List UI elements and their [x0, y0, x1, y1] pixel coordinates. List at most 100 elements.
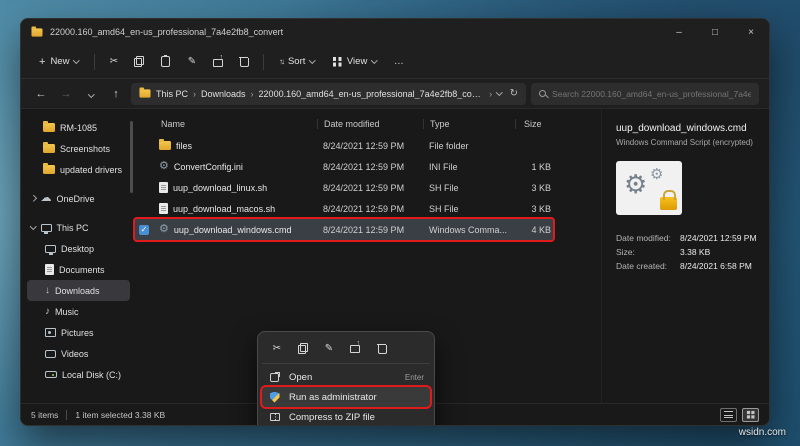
copy-button[interactable]: [128, 51, 152, 73]
sidebar-item-this-pc[interactable]: This PC: [27, 217, 130, 238]
context-menu-item-open[interactable]: Open Enter: [262, 367, 430, 387]
file-rows: files 8/24/2021 12:59 PM File folder ⚙ Co…: [133, 135, 601, 242]
column-header-type[interactable]: Type: [423, 119, 515, 129]
forward-button[interactable]: →: [56, 88, 76, 100]
file-row-macos-sh[interactable]: uup_download_macos.sh 8/24/2021 12:59 PM…: [135, 198, 553, 219]
sidebar-scrollbar[interactable]: [130, 121, 133, 193]
grid-view-icon: [746, 410, 754, 418]
share-button[interactable]: [206, 51, 230, 73]
maximize-button[interactable]: □: [697, 19, 733, 45]
context-menu-item-compress-to-zip[interactable]: Compress to ZIP file: [262, 407, 430, 425]
plus-icon: +: [39, 55, 46, 68]
property-label: Date created:: [616, 261, 668, 271]
chevron-down-icon[interactable]: [496, 89, 503, 96]
document-icon: [45, 264, 54, 275]
copy-icon: [297, 342, 309, 354]
sidebar-item-updated-drivers[interactable]: updated drivers: [27, 159, 130, 180]
column-header-size[interactable]: Size: [515, 119, 557, 129]
property-label: Date modified:: [616, 233, 671, 243]
music-note-icon: ♪: [45, 305, 50, 317]
video-icon: [45, 349, 56, 358]
cut-button[interactable]: ✂: [102, 51, 126, 73]
column-header-name[interactable]: Name: [135, 119, 317, 129]
property-value: 3.38 KB: [680, 247, 711, 257]
sidebar-item-downloads[interactable]: ↓ Downloads: [27, 280, 130, 301]
sidebar-item-documents[interactable]: Documents: [27, 259, 130, 280]
breadcrumb-current-folder[interactable]: 22000.160_amd64_en-us_professional_7a4e2…: [259, 89, 485, 99]
property-value: 8/24/2021 12:59 PM: [680, 233, 757, 243]
sidebar-item-videos[interactable]: Videos: [27, 343, 130, 364]
paste-button[interactable]: [154, 51, 178, 73]
property-value: 8/24/2021 6:58 PM: [680, 261, 752, 271]
sidebar-item-local-disk-c[interactable]: Local Disk (C:): [27, 364, 130, 385]
rename-button[interactable]: ✎: [180, 51, 204, 73]
large-icons-view-button[interactable]: [742, 407, 759, 422]
sidebar-item-rm-1085[interactable]: RM-1085: [27, 117, 130, 138]
sort-button[interactable]: ↑↓ Sort: [271, 52, 323, 71]
sidebar-item-screenshots[interactable]: Screenshots: [27, 138, 130, 159]
sh-file-icon: [159, 203, 168, 214]
details-property-row: Date modified: 8/24/2021 12:59 PM: [616, 231, 759, 245]
rename-button[interactable]: ✎: [318, 339, 340, 357]
chevron-down-icon: [87, 91, 95, 98]
back-button[interactable]: ←: [31, 88, 51, 100]
copy-icon: [134, 56, 145, 67]
file-row-windows-cmd-selected[interactable]: ✓ ⚙ uup_download_windows.cmd 8/24/2021 12:…: [133, 217, 555, 242]
menu-item-shortcut: Enter: [404, 372, 424, 382]
chevron-down-icon: [309, 57, 316, 64]
cut-button[interactable]: ✂: [266, 339, 288, 357]
gear-icon: ⚙: [650, 166, 664, 183]
sidebar-item-onedrive[interactable]: ☁ OneDrive: [27, 188, 130, 209]
sidebar-item-desktop[interactable]: Desktop: [27, 238, 130, 259]
context-menu-item-run-as-administrator[interactable]: Run as administrator: [260, 385, 432, 409]
file-name: files: [176, 140, 193, 151]
file-type: INI File: [429, 161, 458, 172]
folder-icon: [43, 121, 55, 132]
file-name: ConvertConfig.ini: [173, 161, 243, 172]
details-view-button[interactable]: [720, 407, 737, 422]
more-options-button[interactable]: …: [387, 51, 411, 73]
delete-button[interactable]: [232, 51, 256, 73]
search-box[interactable]: [531, 82, 759, 105]
file-row-linux-sh[interactable]: uup_download_linux.sh 8/24/2021 12:59 PM…: [135, 177, 553, 198]
recent-locations-button[interactable]: [81, 88, 101, 100]
file-type: Windows Comma...: [429, 224, 508, 235]
column-header-date-modified[interactable]: Date modified: [317, 119, 423, 129]
sidebar-item-music[interactable]: ♪ Music: [27, 301, 130, 322]
column-headers: Name Date modified Type Size: [135, 113, 601, 135]
file-row-files[interactable]: files 8/24/2021 12:59 PM File folder: [135, 135, 553, 156]
minimize-button[interactable]: –: [661, 19, 697, 45]
explorer-window: 22000.160_amd64_en-us_professional_7a4e2…: [20, 18, 770, 426]
chevron-down-icon[interactable]: [30, 223, 37, 230]
details-file-name: uup_download_windows.cmd: [616, 123, 747, 134]
file-size: 1 KB: [531, 161, 551, 172]
up-button[interactable]: ↑: [106, 88, 126, 100]
share-button[interactable]: [344, 339, 366, 357]
folder-icon: [43, 163, 55, 174]
chevron-right-icon[interactable]: [30, 195, 37, 202]
property-label: Size:: [616, 247, 635, 257]
download-arrow-icon: ↓: [45, 284, 50, 296]
copy-button[interactable]: [292, 339, 314, 357]
breadcrumb-this-pc[interactable]: This PC: [156, 89, 188, 99]
file-row-convertconfig[interactable]: ⚙ ConvertConfig.ini 8/24/2021 12:59 PM IN…: [135, 156, 553, 177]
breadcrumb-downloads[interactable]: Downloads: [201, 89, 246, 99]
file-size: 4 KB: [531, 224, 551, 235]
divider: [262, 53, 264, 70]
onedrive-cloud-icon: ☁: [40, 192, 52, 204]
close-button[interactable]: ×: [733, 19, 769, 45]
new-button[interactable]: + New: [31, 52, 87, 72]
sidebar-item-label: Pictures: [61, 327, 94, 338]
main-area: RM-1085 Screenshots updated drivers ☁ On…: [21, 109, 769, 425]
checkbox-checked-icon[interactable]: ✓: [139, 224, 149, 235]
file-preview-thumbnail: ⚙ ⚙: [616, 161, 682, 215]
delete-button[interactable]: [370, 339, 392, 357]
cmd-file-icon: ⚙: [159, 223, 169, 235]
refresh-icon[interactable]: ↻: [510, 88, 518, 99]
menu-item-label: Open: [289, 371, 313, 383]
search-input[interactable]: [552, 88, 751, 99]
folder-icon: [43, 142, 55, 153]
view-button[interactable]: View: [325, 52, 385, 71]
breadcrumb[interactable]: This PC › Downloads › 22000.160_amd64_en…: [131, 82, 526, 105]
sidebar-item-pictures[interactable]: Pictures: [27, 322, 130, 343]
